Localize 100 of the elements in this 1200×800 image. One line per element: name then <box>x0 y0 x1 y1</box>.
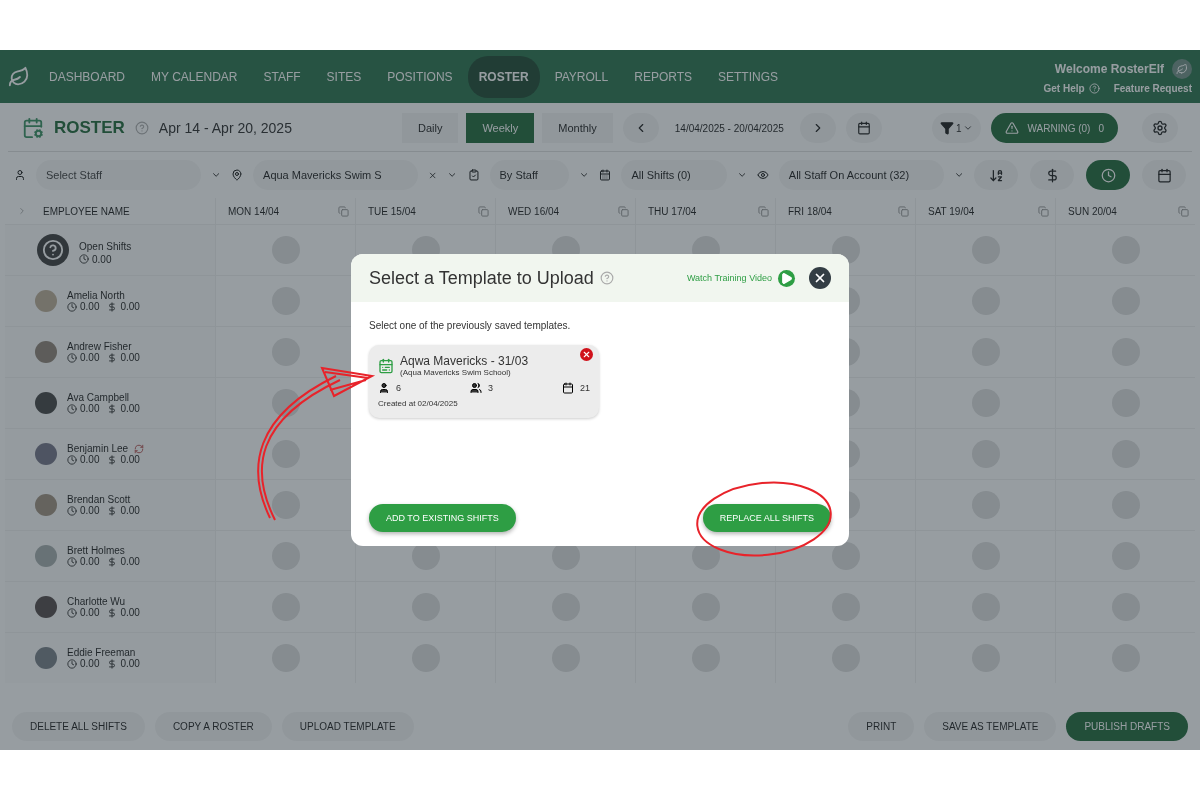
help-icon <box>134 121 149 135</box>
footer-button[interactable]: PRINT <box>848 711 915 741</box>
warning-button[interactable]: WARNING (0) 0 <box>991 113 1118 143</box>
next-button[interactable] <box>799 113 836 143</box>
copy-icon[interactable] <box>1178 205 1189 217</box>
hours-text: 0.00 <box>80 607 100 618</box>
copy-icon[interactable] <box>338 205 349 217</box>
nav-item[interactable]: REPORTS <box>623 55 703 98</box>
shifts-select[interactable]: All Shifts (0) <box>621 160 727 190</box>
filter-button[interactable]: 1 <box>931 113 982 143</box>
footer-button[interactable]: DELETE ALL SHIFTS <box>12 711 145 741</box>
avatar-placeholder <box>35 596 57 618</box>
calendar-icon <box>856 121 871 135</box>
cross-icon <box>582 350 591 359</box>
footer-button[interactable]: UPLOAD TEMPLATE <box>281 711 414 741</box>
calendar-button[interactable] <box>845 113 882 143</box>
avatar-placeholder <box>35 494 57 516</box>
employee-name[interactable]: Amelia North <box>67 290 125 301</box>
previous-button[interactable] <box>622 113 659 143</box>
column-header: EMPLOYEE NAME <box>42 205 130 217</box>
filter-count: 1 <box>955 122 962 134</box>
copy-icon[interactable] <box>758 205 769 217</box>
delete-icon[interactable] <box>580 348 593 361</box>
copy-icon[interactable] <box>898 205 909 217</box>
warning-count: 0 <box>1098 122 1104 134</box>
group-select[interactable]: By Staff <box>489 160 570 190</box>
training-video-link[interactable]: Watch Training Video <box>686 273 772 283</box>
clock-icon <box>67 454 77 465</box>
clock-icon <box>67 301 77 312</box>
footer-button[interactable]: COPY A ROSTER <box>154 711 272 741</box>
nav-item[interactable]: SITES <box>315 55 373 98</box>
nav-item[interactable]: POSITIONS <box>376 55 464 98</box>
employee-name[interactable]: Ava Campbell <box>67 392 130 403</box>
hours-text: 0.00 <box>92 253 112 265</box>
clock-sort-icon <box>1100 167 1116 183</box>
created-date: Created at 02/04/2025 <box>378 399 459 408</box>
sort-button[interactable] <box>1142 160 1186 190</box>
employee-name[interactable]: Eddie Freeman <box>67 647 136 658</box>
cost-text: 0.00 <box>120 454 140 465</box>
dialog-button[interactable]: REPLACE ALL SHIFTS <box>702 504 831 532</box>
employee-name[interactable]: Andrew Fisher <box>67 341 132 352</box>
add-shift-slot[interactable] <box>831 542 860 570</box>
hours-text: 0.00 <box>80 454 100 465</box>
column-header: THU 17/04 <box>647 205 698 217</box>
warning-icon <box>1005 121 1020 135</box>
clock-icon <box>67 505 77 516</box>
view-tab[interactable]: Daily <box>401 113 459 143</box>
avatar-placeholder <box>35 392 57 414</box>
date-range-field[interactable]: 14/04/2025 - 20/04/2025 <box>668 122 790 134</box>
employee-name[interactable]: Brendan Scott <box>67 494 131 505</box>
sort-button[interactable] <box>974 160 1018 190</box>
view-tab[interactable]: Weekly <box>466 113 535 143</box>
template-name: Aqwa Mavericks - 31/03 <box>400 354 529 368</box>
employee-name[interactable]: Charlotte Wu <box>67 596 126 607</box>
account-select[interactable]: All Staff On Account (32) <box>778 160 944 190</box>
play-icon[interactable] <box>778 269 795 287</box>
copy-icon[interactable] <box>618 205 629 217</box>
hours-text: 0.00 <box>80 403 100 414</box>
nav-item[interactable]: MY CALENDAR <box>140 55 249 98</box>
dollar-icon <box>107 454 118 465</box>
dollar-icon <box>107 505 118 516</box>
clock-icon <box>79 254 89 264</box>
cost-text: 0.00 <box>120 505 140 516</box>
nav-item[interactable]: ROSTER <box>467 55 540 98</box>
employee-name[interactable]: Brett Holmes <box>67 545 125 556</box>
settings-button[interactable] <box>1142 113 1178 143</box>
template-card[interactable]: Aqwa Mavericks - 31/03 (Aqua Mavericks Swim School) 6 3 21 Created at 02/04/2025 <box>369 345 599 418</box>
publish-button[interactable]: PUBLISH DRAFTS <box>1066 711 1188 741</box>
settings-icon <box>1152 120 1168 136</box>
staff-select[interactable]: Select Staff <box>35 160 201 190</box>
clock-icon <box>67 607 77 618</box>
calendar-icon <box>599 168 612 182</box>
dollar-icon <box>107 352 118 363</box>
close-button[interactable] <box>809 267 831 289</box>
person-icon <box>14 168 26 182</box>
dollar-icon <box>107 556 118 567</box>
map-pin-icon <box>231 168 244 182</box>
nav-item[interactable]: STAFF <box>252 55 312 98</box>
feature-request-link[interactable]: Feature Request <box>1113 83 1192 94</box>
cost-text: 0.00 <box>120 607 140 618</box>
roster-icon <box>22 117 44 139</box>
sort-button[interactable] <box>1086 160 1130 190</box>
footer-button[interactable]: SAVE AS TEMPLATE <box>924 711 1057 741</box>
dialog-button[interactable]: ADD TO EXISTING SHIFTS <box>369 504 516 532</box>
sort-button[interactable] <box>1030 160 1074 190</box>
copy-icon[interactable] <box>1038 205 1049 217</box>
site-select[interactable]: Aqua Mavericks Swim S <box>253 160 418 190</box>
copy-icon[interactable] <box>478 205 489 217</box>
nav-item[interactable]: PAYROLL <box>543 55 620 98</box>
view-tab[interactable]: Monthly <box>542 113 613 143</box>
cost-text: 0.00 <box>120 352 140 363</box>
avatar-icon[interactable] <box>1172 59 1192 79</box>
nav-item[interactable]: SETTINGS <box>707 55 790 98</box>
question-avatar-icon <box>37 234 69 266</box>
employee-name[interactable]: Benjamin Lee <box>67 443 129 454</box>
dollar-icon <box>107 403 118 414</box>
dollar-icon <box>107 658 118 669</box>
nav-item[interactable]: DASHBOARD <box>38 55 136 98</box>
help-link[interactable]: Get Help <box>1043 83 1085 94</box>
clear-icon[interactable] <box>428 169 438 181</box>
